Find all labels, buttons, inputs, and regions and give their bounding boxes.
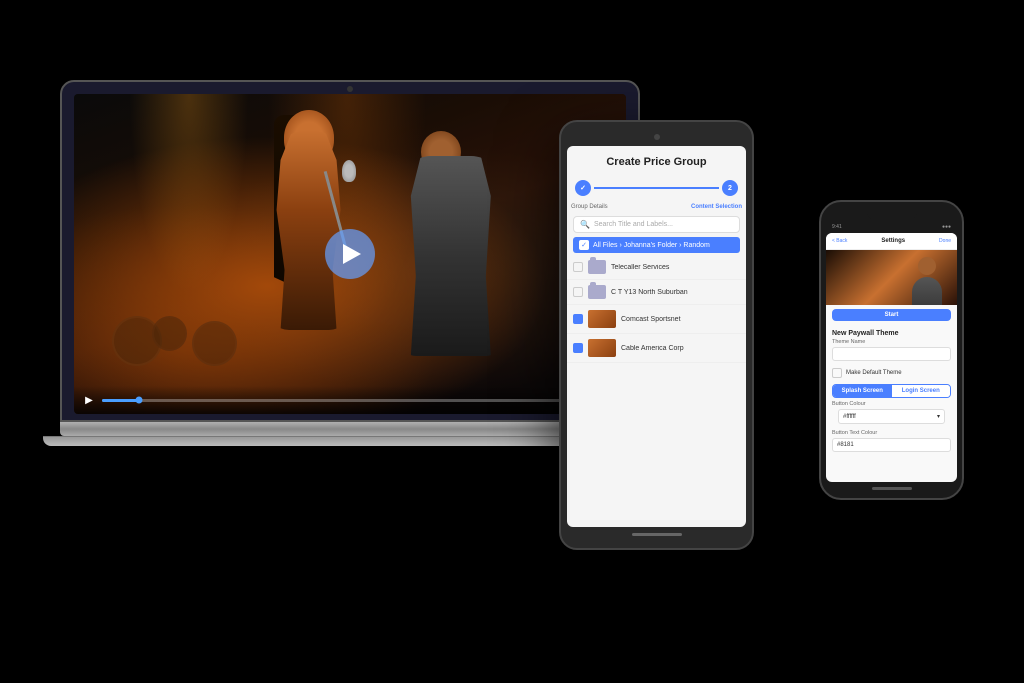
button-text-color-group: Button Text Colour #8181 bbox=[826, 430, 957, 452]
tablet-screen: Create Price Group ✓ 2 Group Details Con… bbox=[567, 146, 746, 527]
progress-bar[interactable] bbox=[102, 399, 563, 402]
button-text-color-value: #8181 bbox=[837, 442, 854, 448]
person-head bbox=[918, 257, 936, 275]
folder-icon bbox=[588, 285, 606, 299]
list-item[interactable]: C T Y13 North Suburban bbox=[567, 280, 746, 305]
guitarist-body bbox=[401, 156, 501, 356]
tablet-home-bar bbox=[632, 533, 682, 536]
step2-circle: 2 bbox=[722, 180, 738, 196]
file-name-2: C T Y13 North Suburban bbox=[611, 289, 740, 296]
screen-tab-group: Splash Screen Login Screen bbox=[832, 384, 951, 398]
file-checkbox-3[interactable] bbox=[573, 314, 583, 324]
breadcrumb-text: All Files › Johanna's Folder › Random bbox=[593, 242, 710, 249]
search-icon: 🔍 bbox=[580, 220, 590, 229]
file-checkbox-2[interactable] bbox=[573, 287, 583, 297]
splash-screen-tab[interactable]: Splash Screen bbox=[833, 385, 892, 397]
step1-label: Group Details bbox=[571, 204, 608, 210]
button-text-color-label: Button Text Colour bbox=[832, 430, 951, 436]
phone-video-person bbox=[907, 255, 947, 300]
phone-signal: ●●● bbox=[942, 224, 951, 230]
laptop-screen: ▶ 0:06 🔊 ⛶ bbox=[74, 94, 626, 414]
list-item[interactable]: Telecaller Services bbox=[567, 255, 746, 280]
laptop: ▶ 0:06 🔊 ⛶ bbox=[60, 80, 640, 446]
tablet-camera bbox=[654, 134, 660, 140]
drum2 bbox=[152, 316, 187, 351]
scene: ▶ 0:06 🔊 ⛶ Create Price bbox=[0, 0, 1024, 683]
theme-name-label: Theme Name bbox=[832, 339, 951, 345]
tablet-breadcrumb: All Files › Johanna's Folder › Random bbox=[573, 237, 740, 253]
button-color-dropdown[interactable]: #ffffff ▾ bbox=[838, 409, 945, 424]
video-play-button[interactable]: ▶ bbox=[82, 393, 96, 407]
step2-label: Content Selection bbox=[691, 204, 742, 210]
tablet-steps: ✓ 2 bbox=[567, 176, 746, 200]
phone-home-bar bbox=[872, 487, 912, 490]
progress-dot bbox=[135, 397, 142, 404]
phone: 9:41 ●●● < Back Settings Done Start New … bbox=[819, 200, 964, 500]
button-text-color-input[interactable]: #8181 bbox=[832, 438, 951, 452]
tablet: Create Price Group ✓ 2 Group Details Con… bbox=[559, 120, 754, 550]
video-thumbnail-3 bbox=[588, 310, 616, 328]
make-default-row: Make Default Theme bbox=[826, 365, 957, 381]
button-color-group: Button Colour #ffffff ▾ bbox=[826, 401, 957, 426]
search-placeholder: Search Title and Labels... bbox=[594, 221, 673, 228]
phone-cta-button[interactable]: Start bbox=[832, 309, 951, 321]
step1-circle: ✓ bbox=[575, 180, 591, 196]
phone-screen-title: Settings bbox=[881, 238, 905, 244]
make-default-checkbox[interactable] bbox=[832, 368, 842, 378]
list-item[interactable]: Comcast Sportsnet bbox=[567, 305, 746, 334]
button-color-label: Button Colour bbox=[832, 401, 951, 407]
phone-notch bbox=[867, 212, 917, 220]
laptop-screen-outer: ▶ 0:06 🔊 ⛶ bbox=[60, 80, 640, 422]
drums-silhouette bbox=[102, 286, 242, 366]
step-line bbox=[594, 187, 719, 189]
file-checkbox-4[interactable] bbox=[573, 343, 583, 353]
file-name-1: Telecaller Services bbox=[611, 264, 740, 271]
tablet-title: Create Price Group bbox=[575, 156, 738, 168]
phone-section-title: New Paywall Theme bbox=[826, 325, 957, 339]
phone-header: < Back Settings Done bbox=[826, 233, 957, 250]
concert-bg: ▶ 0:06 🔊 ⛶ bbox=[74, 94, 626, 414]
file-name-4: Cable America Corp bbox=[621, 345, 740, 352]
video-controls: ▶ 0:06 🔊 ⛶ bbox=[74, 386, 626, 414]
person-body bbox=[912, 277, 942, 305]
tablet-search[interactable]: 🔍 Search Title and Labels... bbox=[573, 216, 740, 233]
step-labels: Group Details Content Selection bbox=[567, 204, 746, 210]
chevron-down-icon: ▾ bbox=[937, 413, 940, 420]
button-color-value: #ffffff bbox=[843, 414, 856, 420]
laptop-camera bbox=[347, 86, 353, 92]
folder-icon bbox=[588, 260, 606, 274]
tablet-file-list: Telecaller Services C T Y13 North Suburb… bbox=[567, 255, 746, 527]
singer-mic bbox=[342, 160, 356, 182]
progress-fill bbox=[102, 399, 139, 402]
make-default-label: Make Default Theme bbox=[846, 370, 902, 376]
phone-screen: < Back Settings Done Start New Paywall T… bbox=[826, 233, 957, 482]
phone-back-button[interactable]: < Back bbox=[832, 238, 847, 244]
play-icon bbox=[343, 244, 361, 264]
file-checkbox-1[interactable] bbox=[573, 262, 583, 272]
guitarist-silhouette bbox=[371, 126, 571, 406]
list-item[interactable]: Cable America Corp bbox=[567, 334, 746, 363]
phone-done-button[interactable]: Done bbox=[939, 238, 951, 244]
theme-name-group: Theme Name bbox=[826, 339, 957, 361]
phone-time: 9:41 bbox=[832, 224, 842, 230]
tablet-header: Create Price Group bbox=[567, 146, 746, 172]
play-button[interactable] bbox=[325, 229, 375, 279]
theme-name-input[interactable] bbox=[832, 347, 951, 361]
phone-video-preview bbox=[826, 250, 957, 305]
login-screen-tab[interactable]: Login Screen bbox=[892, 385, 951, 397]
laptop-base bbox=[60, 422, 640, 436]
breadcrumb-check bbox=[579, 240, 589, 250]
phone-status-bar: 9:41 ●●● bbox=[826, 224, 957, 230]
video-thumbnail-4 bbox=[588, 339, 616, 357]
file-name-3: Comcast Sportsnet bbox=[621, 316, 740, 323]
singer-body bbox=[269, 130, 349, 330]
